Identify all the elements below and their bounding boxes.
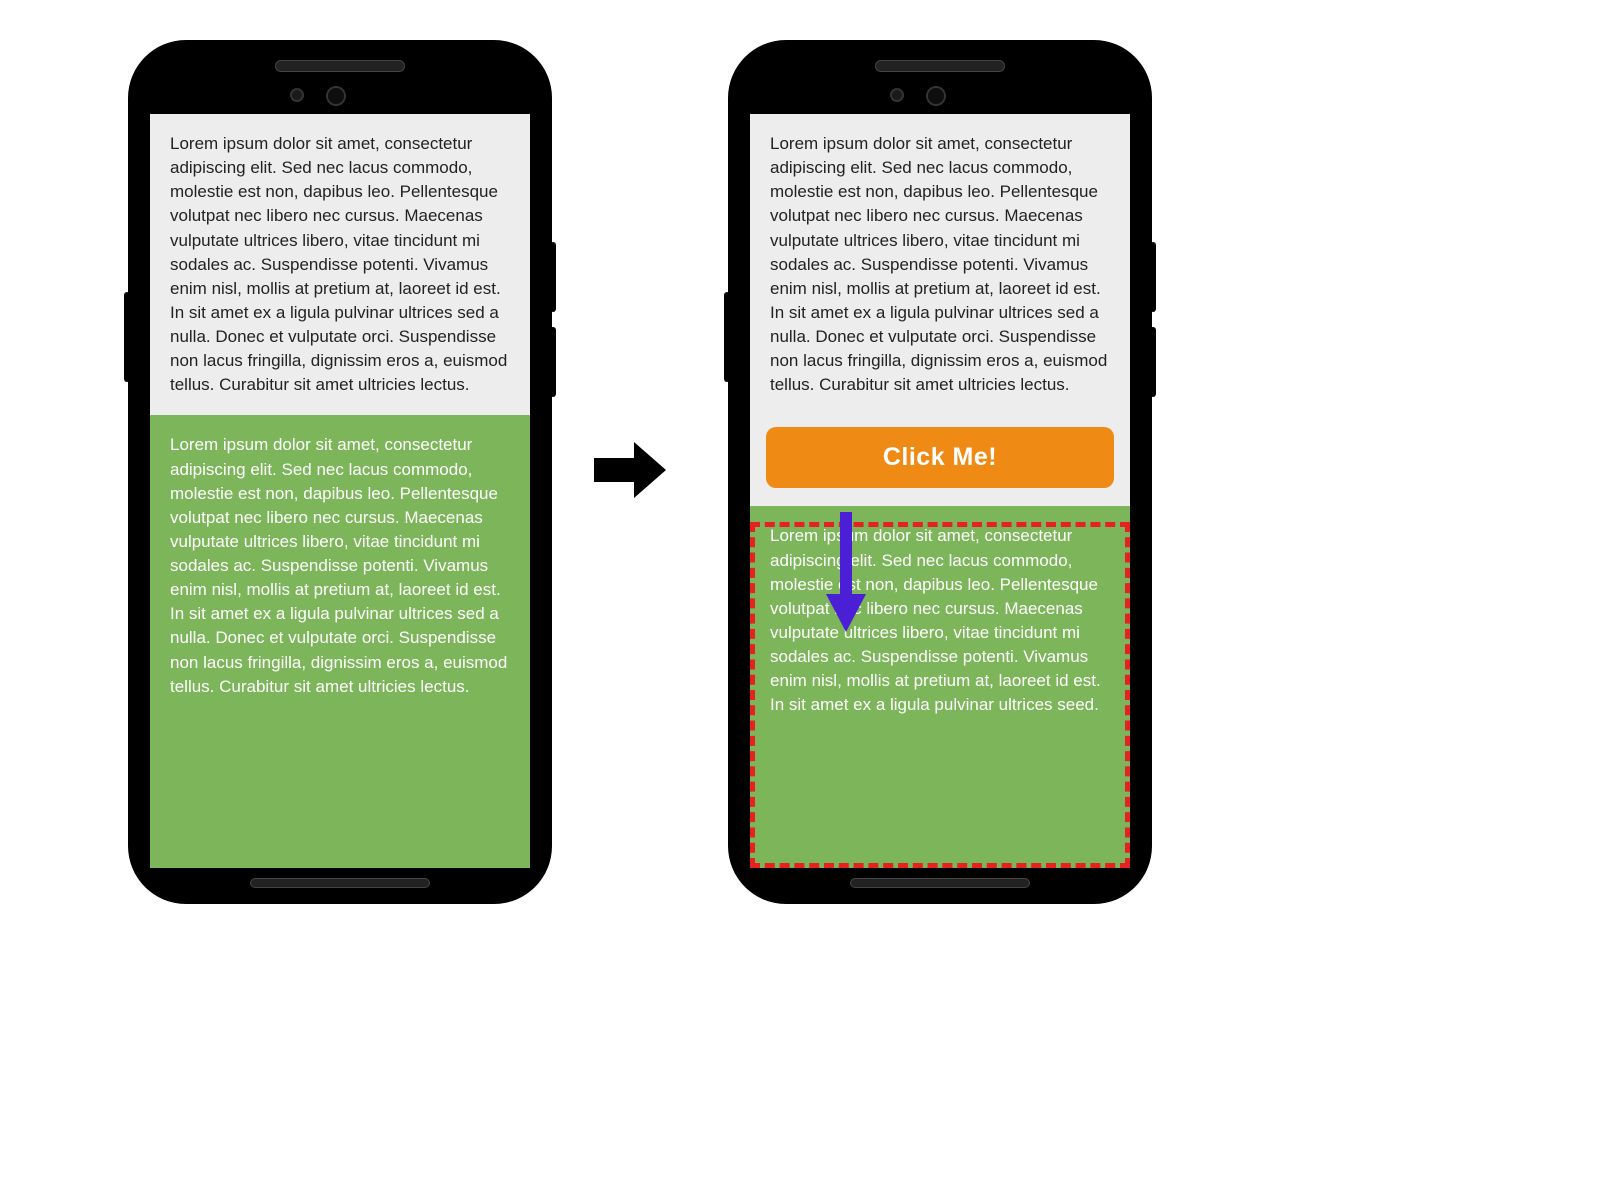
power-button [124, 292, 130, 382]
text-block-bottom-green: Lorem ipsum dolor sit amet, consectetur … [750, 506, 1130, 868]
volume-up-button [550, 242, 556, 312]
phone-screen-after: Lorem ipsum dolor sit amet, consectetur … [750, 114, 1130, 868]
bottom-speaker-icon [850, 878, 1030, 888]
layout-shift-diagram: Lorem ipsum dolor sit amet, consectetur … [0, 0, 1280, 960]
sensor-icon [890, 88, 904, 102]
text-block-top: Lorem ipsum dolor sit amet, consectetur … [750, 114, 1130, 415]
text-block-top: Lorem ipsum dolor sit amet, consectetur … [150, 114, 530, 415]
click-me-button[interactable]: Click Me! [766, 427, 1114, 488]
phone-before: Lorem ipsum dolor sit amet, consectetur … [130, 42, 550, 902]
earpiece-speaker-icon [275, 60, 405, 72]
sensor-icon [290, 88, 304, 102]
volume-up-button [1150, 242, 1156, 312]
phone-after: Lorem ipsum dolor sit amet, consectetur … [730, 42, 1150, 902]
volume-down-button [1150, 327, 1156, 397]
text-block-bottom-green: Lorem ipsum dolor sit amet, consectetur … [150, 415, 530, 868]
injected-button-region: Click Me! [750, 415, 1130, 506]
front-camera-icon [926, 86, 946, 106]
front-camera-icon [326, 86, 346, 106]
volume-down-button [550, 327, 556, 397]
power-button [724, 292, 730, 382]
phone-screen-before: Lorem ipsum dolor sit amet, consectetur … [150, 114, 530, 868]
bottom-speaker-icon [250, 878, 430, 888]
arrow-right-icon [590, 430, 670, 510]
earpiece-speaker-icon [875, 60, 1005, 72]
